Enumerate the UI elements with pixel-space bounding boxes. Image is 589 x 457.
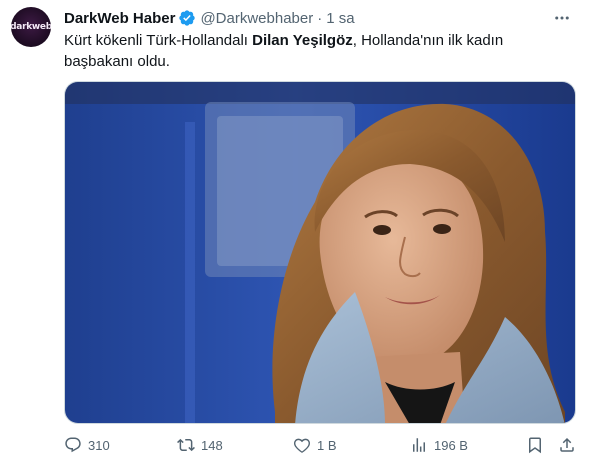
tweet[interactable]: darkweb DarkWeb Haber @Darkwebhaber · 1 … [0, 0, 589, 457]
reply-button[interactable]: 310 [64, 436, 110, 454]
share-icon [560, 437, 574, 452]
like-count: 1 B [317, 437, 337, 453]
timestamp[interactable]: 1 sa [326, 10, 354, 27]
handle[interactable]: @Darkwebhaber [200, 10, 313, 27]
reply-count: 310 [88, 437, 110, 453]
tweet-text-bold-name: Dilan Yeşilgöz [252, 32, 353, 49]
verified-icon [179, 10, 196, 26]
retweet-button[interactable]: 148 [177, 436, 223, 454]
tweet-text: Kürt kökenli Türk-Hollandalı Dilan Yeşil… [64, 30, 504, 72]
views-count: 196 B [434, 437, 468, 453]
avatar-logo-text: darkweb [11, 22, 51, 32]
reply-icon [65, 437, 81, 453]
avatar[interactable]: darkweb [11, 7, 51, 47]
tweet-text-before: Kürt kökenli Türk-Hollandalı [64, 32, 253, 49]
action-bar: 310 148 1 B 196 B [64, 434, 576, 456]
like-icon [294, 438, 310, 453]
views-icon [413, 438, 425, 452]
photo-illustration [65, 82, 575, 423]
tweet-header: DarkWeb Haber @Darkwebhaber · 1 sa [64, 8, 573, 28]
bookmark-icon [529, 437, 541, 454]
separator-dot: · [317, 9, 323, 27]
views-button[interactable]: 196 B [410, 436, 468, 454]
retweet-count: 148 [201, 437, 223, 453]
share-button[interactable] [558, 436, 576, 454]
like-button[interactable]: 1 B [293, 436, 337, 454]
more-icon[interactable] [553, 9, 571, 27]
tweet-photo[interactable] [64, 81, 576, 424]
bookmark-button[interactable] [526, 436, 544, 454]
display-name[interactable]: DarkWeb Haber [64, 10, 175, 27]
retweet-icon [177, 438, 195, 452]
